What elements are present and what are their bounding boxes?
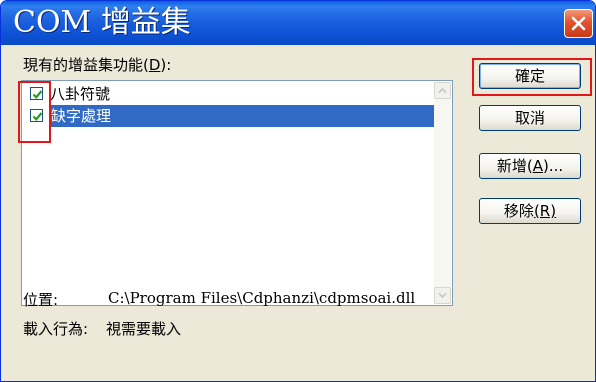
window-title: COM 增益集: [13, 5, 191, 40]
title-bar[interactable]: COM 增益集: [1, 1, 595, 45]
dialog-body: 現有的增益集功能(D): 八卦符號 缺字處理 確定 取消 新增(A)... 移除…: [1, 45, 595, 381]
list-item-label: 缺字處理: [49, 105, 434, 127]
load-behavior-label: 載入行為:: [23, 320, 89, 338]
checkbox-highlight-annotation: [18, 81, 51, 143]
addins-list[interactable]: 八卦符號 缺字處理: [21, 80, 453, 306]
features-label: 現有的增益集功能(D):: [23, 56, 172, 74]
ok-button-highlight-annotation: [472, 58, 592, 96]
chevron-down-icon: [438, 292, 447, 299]
vertical-scrollbar[interactable]: [434, 82, 451, 304]
close-button[interactable]: [564, 9, 593, 38]
remove-button[interactable]: 移除(R): [479, 198, 581, 224]
list-item-label: 八卦符號: [50, 85, 111, 103]
chevron-up-icon: [438, 87, 447, 94]
scroll-down-button[interactable]: [434, 287, 451, 304]
com-addins-dialog: COM 增益集 現有的增益集功能(D): 八卦符號 缺字處理 確定 取消 新增(…: [0, 0, 596, 382]
load-behavior-value: 視需要載入: [106, 320, 182, 338]
location-value: C:\Program Files\Cdphanzi\cdpmsoai.dll: [108, 289, 416, 307]
location-label: 位置:: [23, 291, 59, 309]
scroll-up-button[interactable]: [434, 82, 451, 99]
close-icon: [571, 16, 586, 31]
list-item-bagua-symbols[interactable]: 八卦符號: [24, 83, 434, 105]
cancel-button[interactable]: 取消: [479, 105, 581, 131]
list-item-missing-char-handling[interactable]: 缺字處理: [24, 105, 434, 127]
add-button[interactable]: 新增(A)...: [479, 153, 581, 179]
